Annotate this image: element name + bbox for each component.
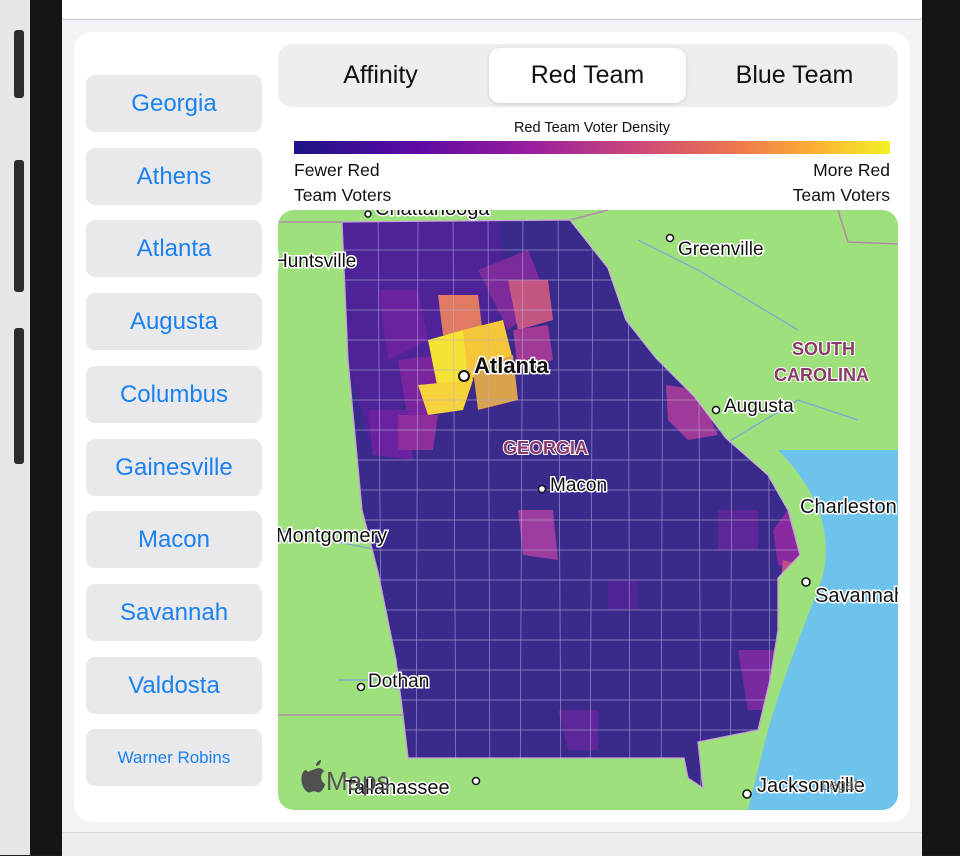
volume-up-button: [14, 160, 24, 292]
city-button-columbus[interactable]: Columbus: [86, 366, 262, 423]
city-button-gainesville[interactable]: Gainesville: [86, 439, 262, 496]
legend-title: Red Team Voter Density: [513, 120, 671, 136]
city-label-chattanooga: Chattanooga: [375, 210, 490, 220]
maps-wordmark: Maps: [326, 766, 390, 796]
segment-blue-team[interactable]: Blue Team: [696, 48, 893, 103]
state-label-georgia: GEORGIA: [503, 438, 588, 458]
mute-switch: [14, 30, 24, 98]
map-svg: Chattanooga Huntsville Greenville Atlant…: [278, 210, 898, 810]
legend-high-label: More Red Team Voters: [740, 158, 890, 208]
city-label-savannah: Savannah: [815, 585, 898, 607]
city-button-valdosta[interactable]: Valdosta: [86, 657, 262, 714]
state-label-south-carolina-line2: CAROLINA: [774, 365, 869, 385]
map-view[interactable]: Chattanooga Huntsville Greenville Atlant…: [278, 210, 898, 810]
city-label-charleston: Charleston: [800, 496, 897, 518]
city-label-augusta: Augusta: [724, 396, 794, 417]
city-label-atlanta: Atlanta: [474, 353, 549, 378]
legend-high-line2: Team Voters: [792, 185, 890, 205]
volume-down-button: [14, 328, 24, 464]
device-frame-left: [30, 0, 62, 855]
city-button-warner-robins[interactable]: Warner Robins: [86, 729, 262, 786]
device-frame-right: [922, 0, 960, 855]
segment-red-team[interactable]: Red Team: [489, 48, 686, 103]
legend-low-line2: Team Voters: [294, 185, 392, 205]
legal-link[interactable]: Legal: [821, 777, 858, 794]
city-button-augusta[interactable]: Augusta: [86, 293, 262, 350]
city-label-greenville: Greenville: [678, 239, 764, 260]
city-label-dothan: Dothan: [368, 671, 429, 692]
city-label-macon: Macon: [550, 475, 607, 496]
top-bar: [62, 0, 922, 20]
segment-affinity[interactable]: Affinity: [282, 48, 479, 103]
city-label-huntsville: Huntsville: [278, 251, 356, 272]
density-gradient-bar: [294, 141, 890, 154]
legend-low-label: Fewer Red Team Voters: [294, 158, 444, 208]
city-label-montgomery: Montgomery: [278, 525, 387, 547]
legend-low-line1: Fewer Red: [294, 160, 380, 180]
city-button-macon[interactable]: Macon: [86, 511, 262, 568]
legend-high-line1: More Red: [813, 160, 890, 180]
bottom-strip: [62, 832, 922, 856]
team-segmented-control: Affinity Red Team Blue Team: [278, 44, 898, 107]
state-label-south-carolina-line1: SOUTH: [792, 339, 855, 359]
city-button-athens[interactable]: Athens: [86, 148, 262, 205]
app-screen: Georgia Athens Atlanta Augusta Columbus …: [62, 0, 922, 856]
city-button-savannah[interactable]: Savannah: [86, 584, 262, 641]
city-button-atlanta[interactable]: Atlanta: [86, 220, 262, 277]
city-button-georgia[interactable]: Georgia: [86, 75, 262, 132]
device-bezel-left: [0, 0, 30, 855]
content-card: Georgia Athens Atlanta Augusta Columbus …: [74, 32, 910, 822]
